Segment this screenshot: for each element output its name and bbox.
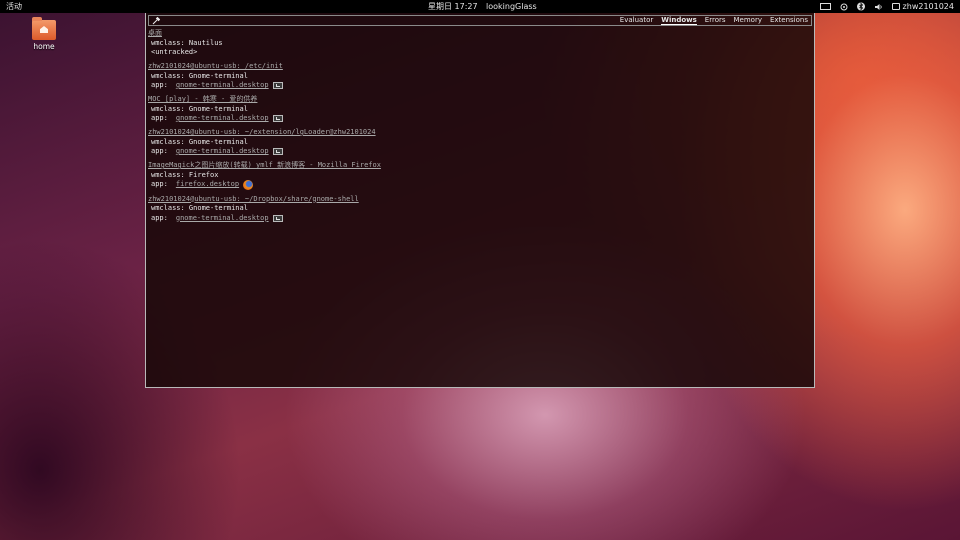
user-menu[interactable]: zhw2101024 bbox=[891, 0, 954, 13]
app-line: app: gnome-terminal.desktop bbox=[148, 147, 810, 157]
app-line: app: gnome-terminal.desktop bbox=[148, 114, 810, 124]
app-link[interactable]: gnome-terminal.desktop bbox=[176, 214, 269, 224]
tab-evaluator[interactable]: Evaluator bbox=[620, 16, 653, 25]
bluetooth-icon[interactable] bbox=[856, 2, 865, 11]
terminal-icon bbox=[272, 148, 283, 156]
desktop-icon-home[interactable]: home bbox=[28, 17, 60, 51]
status-tray: zhw2101024 bbox=[811, 0, 954, 13]
window-title-link[interactable]: zhw2101024@ubuntu-usb: ~/Dropbox/share/g… bbox=[148, 195, 810, 205]
wmclass-line: wmclass: Gnome-terminal bbox=[151, 204, 248, 212]
app-link[interactable]: firefox.desktop bbox=[176, 180, 239, 190]
desktop-icon-label: home bbox=[33, 42, 55, 51]
terminal-icon bbox=[272, 82, 283, 90]
untracked-label: <untracked> bbox=[151, 48, 198, 56]
username: zhw2101024 bbox=[902, 2, 954, 11]
app-key: app: bbox=[151, 213, 168, 222]
terminal-icon bbox=[272, 214, 283, 222]
app-link[interactable]: gnome-terminal.desktop bbox=[176, 147, 269, 157]
window-entry: ImageMagick之图片缩放(转载) ymlf 新浪博客 - Mozilla… bbox=[148, 161, 810, 190]
app-key: app: bbox=[151, 180, 168, 189]
window-entry: 桌面 wmclass: Nautilus <untracked> bbox=[148, 29, 810, 58]
network-icon[interactable] bbox=[840, 3, 848, 11]
looking-glass-toolbar: Evaluator Windows Errors Memory Extensio… bbox=[148, 15, 812, 26]
volume-icon[interactable] bbox=[874, 3, 883, 11]
user-icon bbox=[891, 3, 900, 10]
app-key: app: bbox=[151, 147, 168, 155]
window-title-link[interactable]: ImageMagick之图片缩放(转载) ymlf 新浪博客 - Mozilla… bbox=[148, 161, 810, 171]
app-menu[interactable]: lookingGlass bbox=[486, 0, 537, 13]
top-panel: 活动 星期日 17:27 lookingGlass zhw2101024 bbox=[0, 0, 960, 13]
window-title-link[interactable]: MOC [play] - 韩寒 - 爱的供养 bbox=[148, 95, 810, 105]
keyboard-icon[interactable] bbox=[819, 3, 831, 10]
tab-extensions[interactable]: Extensions bbox=[770, 16, 808, 25]
window-entry: zhw2101024@ubuntu-usb: /etc/init wmclass… bbox=[148, 62, 810, 91]
activities-button[interactable]: 活动 bbox=[6, 0, 22, 13]
window-entry: zhw2101024@ubuntu-usb: ~/extension/lgLoa… bbox=[148, 128, 810, 157]
firefox-icon bbox=[243, 180, 254, 190]
wmclass-line: wmclass: Firefox bbox=[151, 170, 219, 179]
window-title-link[interactable]: zhw2101024@ubuntu-usb: /etc/init bbox=[148, 62, 810, 72]
tab-windows[interactable]: Windows bbox=[661, 16, 697, 25]
picker-icon[interactable] bbox=[152, 16, 161, 25]
app-line: app: firefox.desktop bbox=[148, 180, 810, 190]
tab-errors[interactable]: Errors bbox=[705, 16, 726, 25]
app-line: app: gnome-terminal.desktop bbox=[148, 81, 810, 91]
window-list: 桌面 wmclass: Nautilus <untracked> zhw2101… bbox=[148, 29, 810, 228]
terminal-icon bbox=[272, 115, 283, 123]
app-key: app: bbox=[151, 81, 168, 89]
window-title-link[interactable]: zhw2101024@ubuntu-usb: ~/extension/lgLoa… bbox=[148, 128, 810, 138]
app-line: app: gnome-terminal.desktop bbox=[148, 214, 810, 224]
window-entry: MOC [play] - 韩寒 - 爱的供养 wmclass: Gnome-te… bbox=[148, 95, 810, 124]
looking-glass-window: Evaluator Windows Errors Memory Extensio… bbox=[145, 13, 815, 388]
wmclass-line: wmclass: Nautilus bbox=[151, 38, 223, 47]
app-link[interactable]: gnome-terminal.desktop bbox=[176, 114, 269, 124]
wmclass-line: wmclass: Gnome-terminal bbox=[151, 104, 248, 113]
clock[interactable]: 星期日 17:27 bbox=[428, 0, 478, 13]
app-key: app: bbox=[151, 114, 168, 122]
wmclass-line: wmclass: Gnome-terminal bbox=[151, 71, 248, 80]
window-entry: zhw2101024@ubuntu-usb: ~/Dropbox/share/g… bbox=[148, 195, 810, 224]
tab-memory[interactable]: Memory bbox=[734, 16, 762, 25]
looking-glass-tabs: Evaluator Windows Errors Memory Extensio… bbox=[612, 16, 808, 25]
home-folder-icon bbox=[32, 17, 56, 40]
app-link[interactable]: gnome-terminal.desktop bbox=[176, 81, 269, 91]
wmclass-line: wmclass: Gnome-terminal bbox=[151, 137, 248, 146]
window-title-link[interactable]: 桌面 bbox=[148, 29, 810, 39]
